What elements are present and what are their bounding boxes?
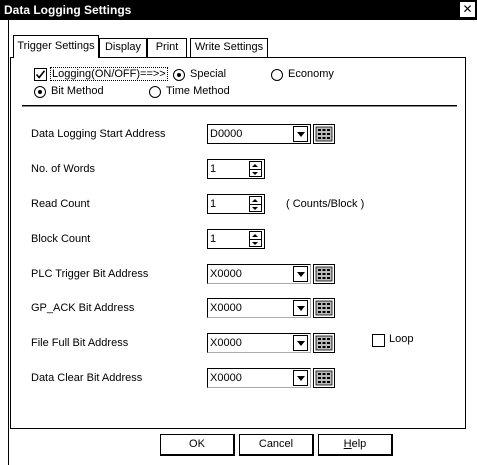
- separator: [22, 105, 457, 107]
- keypad-icon[interactable]: [313, 333, 335, 353]
- ok-label: OK: [189, 438, 205, 450]
- spinner-icon[interactable]: [249, 161, 262, 177]
- block-count-value: 1: [210, 233, 217, 245]
- radio-economy[interactable]: [271, 69, 283, 81]
- radio-bit-method[interactable]: [34, 86, 46, 98]
- help-button[interactable]: Help: [318, 434, 393, 456]
- radio-bit-method-label: Bit Method: [51, 85, 104, 97]
- spinner-icon[interactable]: [249, 196, 262, 212]
- chevron-down-icon[interactable]: [293, 370, 308, 386]
- close-button[interactable]: ✕: [460, 2, 475, 17]
- title-bar: Data Logging Settings ✕: [0, 0, 477, 20]
- radio-economy-label: Economy: [288, 68, 334, 80]
- logging-checkbox-label: Logging(ON/OFF)==>>: [50, 67, 168, 81]
- read-count-unit: ( Counts/Block ): [286, 198, 365, 210]
- logging-checkbox[interactable]: [34, 68, 47, 81]
- tab-write-settings[interactable]: Write Settings: [190, 38, 268, 57]
- plc-trigger-label: PLC Trigger Bit Address: [31, 268, 149, 280]
- window-title: Data Logging Settings: [4, 3, 132, 17]
- data-clear-value: X0000: [210, 372, 242, 384]
- cancel-label: Cancel: [258, 438, 294, 450]
- ok-button[interactable]: OK: [160, 434, 235, 456]
- spinner-icon[interactable]: [249, 231, 262, 247]
- tab-print[interactable]: Print: [147, 38, 187, 57]
- radio-time-method[interactable]: [149, 86, 161, 98]
- keypad-icon[interactable]: [313, 124, 335, 144]
- chevron-down-icon[interactable]: [293, 335, 308, 351]
- help-label-accel: H: [343, 438, 352, 450]
- file-full-label: File Full Bit Address: [31, 337, 129, 349]
- tab-display[interactable]: Display: [99, 38, 147, 57]
- tab-label: Trigger Settings: [17, 40, 95, 52]
- checkmark-icon: [35, 70, 46, 79]
- radio-time-method-label: Time Method: [166, 85, 230, 97]
- tab-trigger-settings[interactable]: Trigger Settings: [13, 35, 99, 58]
- keypad-icon[interactable]: [313, 298, 335, 318]
- plc-trigger-value: X0000: [210, 268, 242, 280]
- block-count-label: Block Count: [31, 233, 91, 245]
- loop-checkbox[interactable]: [372, 334, 385, 347]
- start-address-value: D0000: [210, 128, 243, 140]
- help-label-rest: elp: [351, 438, 367, 450]
- loop-label: Loop: [389, 333, 414, 345]
- num-words-value: 1: [210, 163, 217, 175]
- gp-ack-label: GP_ACK Bit Address: [31, 302, 135, 314]
- chevron-down-icon[interactable]: [293, 126, 308, 142]
- keypad-icon[interactable]: [313, 264, 335, 284]
- gp-ack-value: X0000: [210, 302, 242, 314]
- cancel-button[interactable]: Cancel: [239, 434, 314, 456]
- radio-special-label: Special: [190, 68, 227, 80]
- tab-label: Display: [104, 41, 142, 53]
- file-full-value: X0000: [210, 337, 242, 349]
- chevron-down-icon[interactable]: [293, 266, 308, 282]
- keypad-icon[interactable]: [313, 368, 335, 388]
- tab-label: Write Settings: [194, 41, 264, 53]
- read-count-value: 1: [210, 198, 217, 210]
- radio-special[interactable]: [173, 69, 185, 81]
- start-address-label: Data Logging Start Address: [31, 128, 166, 140]
- data-clear-label: Data Clear Bit Address: [31, 372, 143, 384]
- read-count-label: Read Count: [31, 198, 90, 210]
- num-words-label: No. of Words: [31, 163, 95, 175]
- tab-label: Print: [155, 41, 179, 53]
- chevron-down-icon[interactable]: [293, 300, 308, 316]
